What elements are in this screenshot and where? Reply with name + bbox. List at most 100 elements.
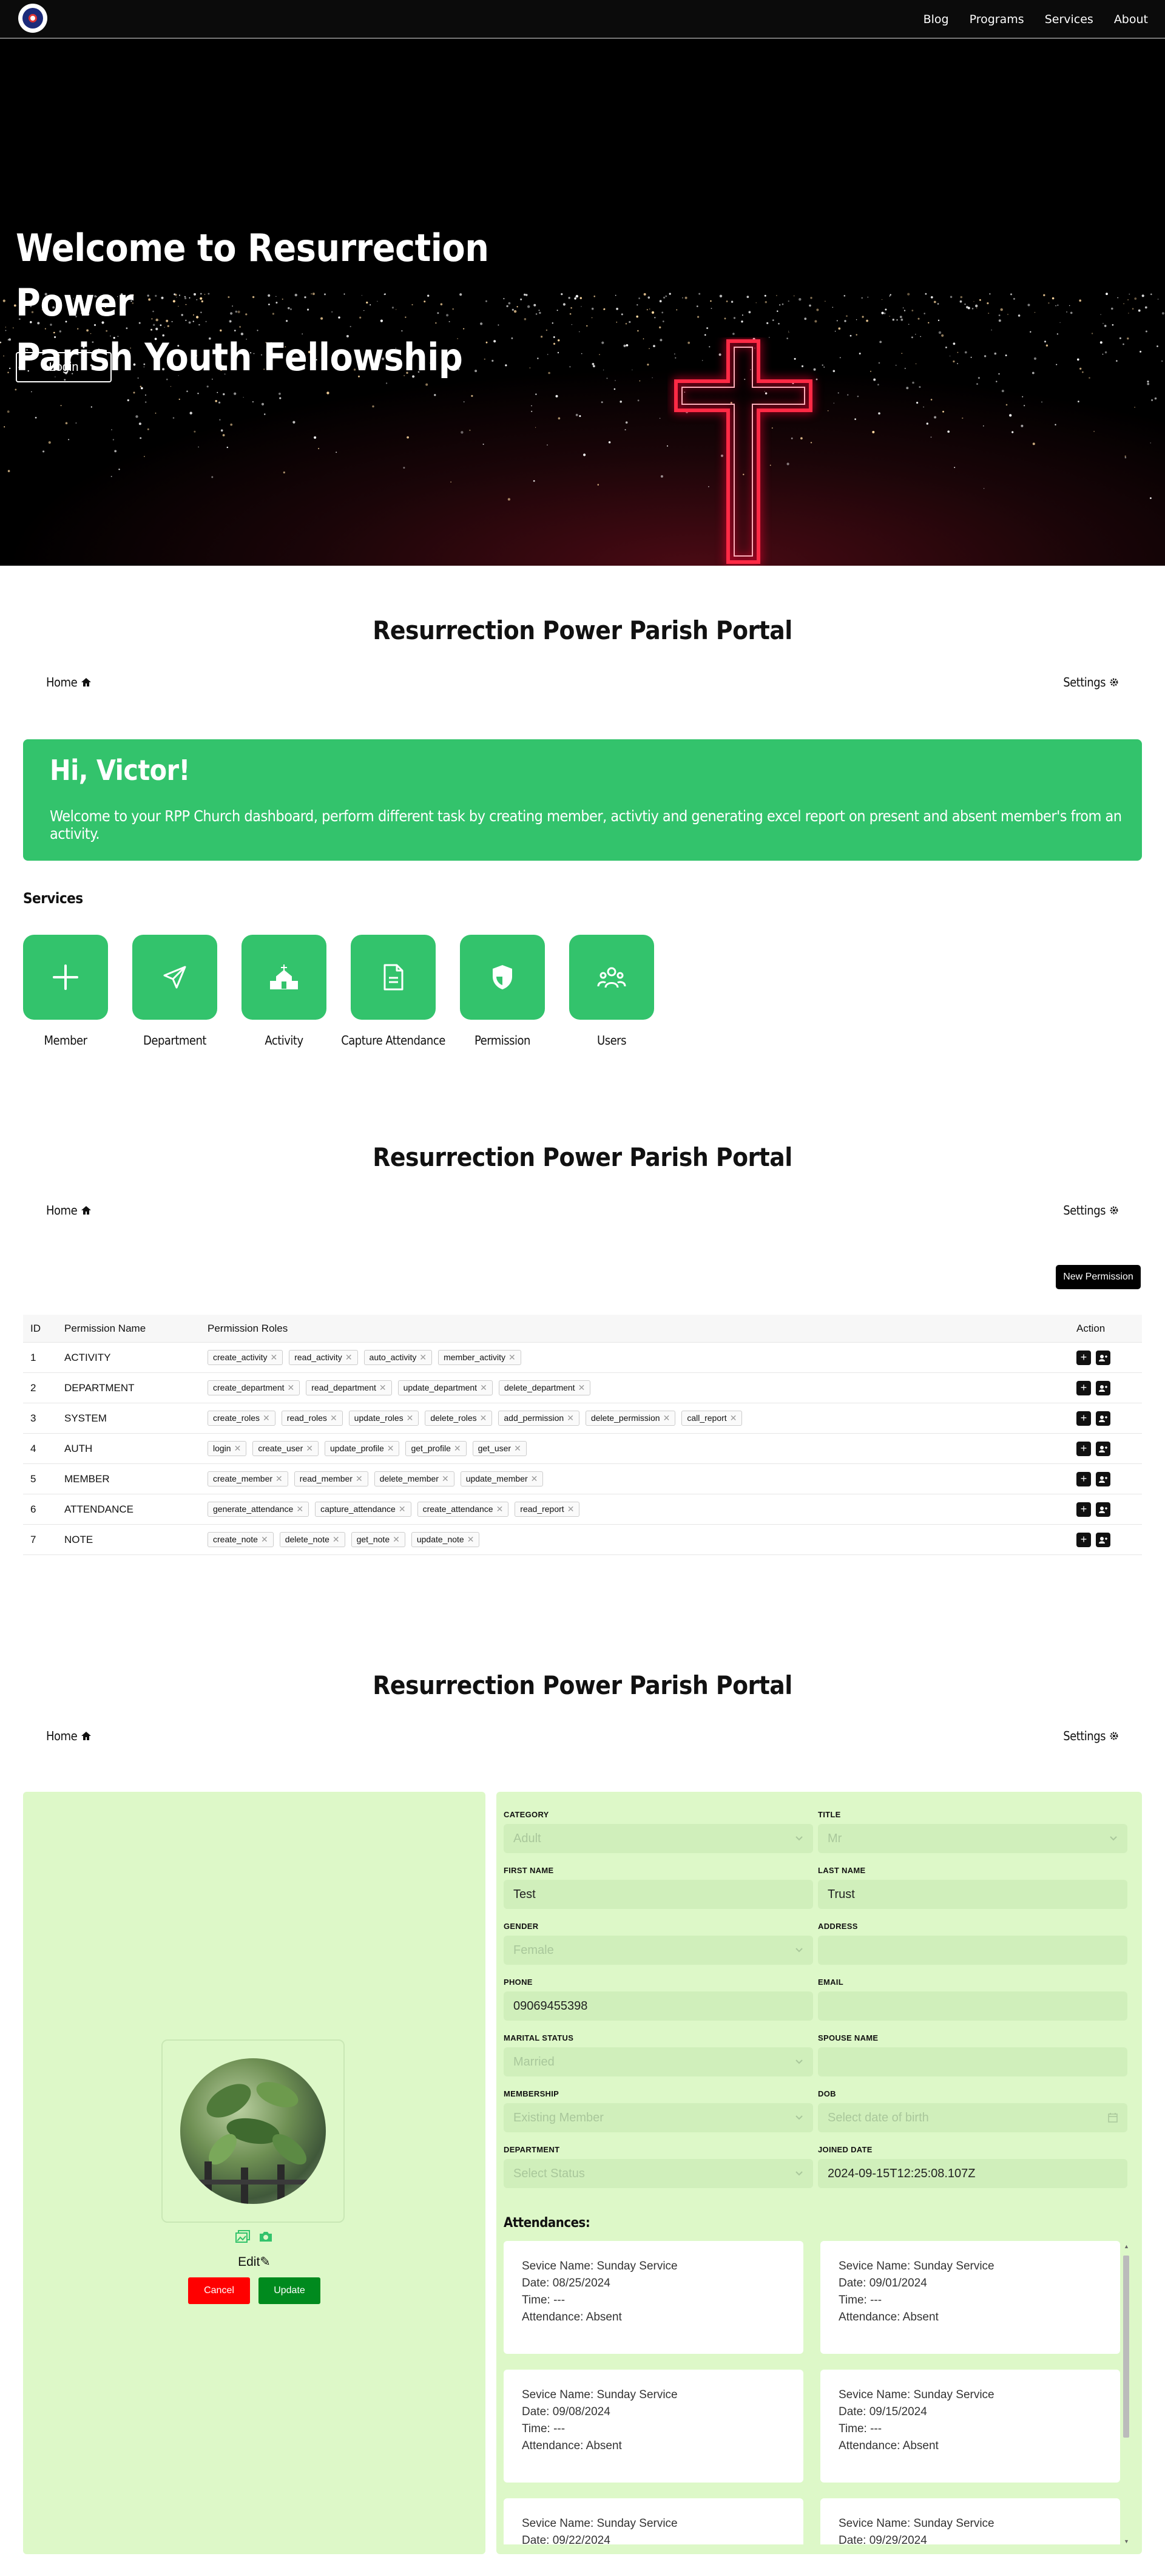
- phone-input[interactable]: 09069455398: [504, 1991, 813, 2021]
- remove-tag-icon[interactable]: ✕: [567, 1504, 575, 1514]
- scroll-up-icon[interactable]: ▲: [1124, 2243, 1129, 2249]
- remove-tag-icon[interactable]: ✕: [514, 1443, 521, 1453]
- add-role-icon[interactable]: +: [1076, 1380, 1091, 1395]
- role-tag[interactable]: create_attendance ✕: [417, 1502, 509, 1517]
- remove-tag-icon[interactable]: ✕: [454, 1443, 461, 1453]
- nav-link-services[interactable]: Services: [1045, 13, 1093, 26]
- role-tag[interactable]: read_department ✕: [306, 1380, 392, 1395]
- nav-link-programs[interactable]: Programs: [970, 13, 1024, 26]
- remove-tag-icon[interactable]: ✕: [567, 1413, 574, 1423]
- remove-tag-icon[interactable]: ✕: [356, 1474, 363, 1483]
- email-input[interactable]: [818, 1991, 1127, 2021]
- remove-tag-icon[interactable]: ✕: [496, 1504, 504, 1514]
- service-permission[interactable]: Permission: [460, 935, 545, 1048]
- attendances-list[interactable]: Sevice Name: Sunday Service Date: 08/25/2…: [504, 2241, 1132, 2544]
- scroll-down-icon[interactable]: ▼: [1124, 2538, 1129, 2544]
- dob-input[interactable]: Select date of birth: [818, 2103, 1127, 2132]
- role-tag[interactable]: get_note ✕: [351, 1532, 405, 1547]
- remove-tag-icon[interactable]: ✕: [393, 1534, 400, 1544]
- remove-tag-icon[interactable]: ✕: [387, 1443, 394, 1453]
- assign-user-icon[interactable]: [1096, 1411, 1110, 1426]
- role-tag[interactable]: create_roles ✕: [208, 1411, 275, 1426]
- role-tag[interactable]: login ✕: [208, 1441, 247, 1456]
- remove-tag-icon[interactable]: ✕: [275, 1474, 283, 1483]
- role-tag[interactable]: create_department ✕: [208, 1380, 300, 1395]
- edit-photo-link[interactable]: Edit✎: [23, 2254, 485, 2269]
- last-name-input[interactable]: Trust: [818, 1880, 1127, 1909]
- role-tag[interactable]: update_note ✕: [411, 1532, 480, 1547]
- remove-tag-icon[interactable]: ✕: [578, 1383, 586, 1392]
- assign-user-icon[interactable]: [1096, 1350, 1110, 1365]
- role-tag[interactable]: create_user ✕: [252, 1441, 319, 1456]
- remove-tag-icon[interactable]: ✕: [330, 1413, 337, 1423]
- settings-link[interactable]: Settings: [1063, 675, 1119, 690]
- role-tag[interactable]: update_profile ✕: [325, 1441, 400, 1456]
- scrollbar-thumb[interactable]: [1123, 2256, 1129, 2438]
- role-tag[interactable]: add_permission ✕: [498, 1411, 579, 1426]
- service-member[interactable]: Member: [23, 935, 108, 1048]
- home-link[interactable]: Home: [46, 675, 92, 690]
- role-tag[interactable]: update_roles ✕: [348, 1411, 419, 1426]
- role-tag[interactable]: generate_attendance ✕: [208, 1502, 309, 1517]
- add-role-icon[interactable]: +: [1076, 1411, 1091, 1426]
- category-input[interactable]: Adult: [504, 1824, 813, 1853]
- title-input[interactable]: Mr: [818, 1824, 1127, 1853]
- remove-tag-icon[interactable]: ✕: [263, 1413, 270, 1423]
- role-tag[interactable]: read_activity ✕: [289, 1350, 358, 1365]
- role-tag[interactable]: update_member ✕: [460, 1471, 544, 1486]
- role-tag[interactable]: delete_department ✕: [498, 1380, 591, 1395]
- remove-tag-icon[interactable]: ✕: [407, 1413, 414, 1423]
- gallery-icon[interactable]: [235, 2230, 250, 2243]
- role-tag[interactable]: read_member ✕: [294, 1471, 368, 1486]
- church-logo[interactable]: [18, 4, 47, 33]
- cancel-button[interactable]: Cancel: [188, 2277, 250, 2304]
- remove-tag-icon[interactable]: ✕: [663, 1413, 670, 1423]
- add-role-icon[interactable]: +: [1076, 1441, 1091, 1456]
- remove-tag-icon[interactable]: ✕: [261, 1534, 268, 1544]
- remove-tag-icon[interactable]: ✕: [730, 1413, 737, 1423]
- remove-tag-icon[interactable]: ✕: [296, 1504, 303, 1514]
- service-capture-attendance[interactable]: Capture Attendance: [341, 935, 445, 1048]
- settings-link[interactable]: Settings: [1063, 1729, 1119, 1743]
- remove-tag-icon[interactable]: ✕: [333, 1534, 340, 1544]
- role-tag[interactable]: delete_permission ✕: [585, 1411, 676, 1426]
- gender-input[interactable]: Female: [504, 1936, 813, 1965]
- membership-input[interactable]: Existing Member: [504, 2103, 813, 2132]
- joined-date-input[interactable]: 2024-09-15T12:25:08.107Z: [818, 2159, 1127, 2188]
- remove-tag-icon[interactable]: ✕: [345, 1352, 353, 1362]
- remove-tag-icon[interactable]: ✕: [480, 1383, 487, 1392]
- home-link[interactable]: Home: [46, 1203, 92, 1218]
- settings-link[interactable]: Settings: [1063, 1203, 1119, 1218]
- role-tag[interactable]: delete_roles ✕: [425, 1411, 493, 1426]
- add-role-icon[interactable]: +: [1076, 1502, 1091, 1517]
- service-users[interactable]: Users: [569, 935, 654, 1048]
- remove-tag-icon[interactable]: ✕: [234, 1443, 241, 1453]
- role-tag[interactable]: create_note ✕: [208, 1532, 274, 1547]
- remove-tag-icon[interactable]: ✕: [531, 1474, 538, 1483]
- home-link[interactable]: Home: [46, 1729, 92, 1743]
- add-role-icon[interactable]: +: [1076, 1350, 1091, 1365]
- assign-user-icon[interactable]: [1096, 1380, 1110, 1395]
- assign-user-icon[interactable]: [1096, 1532, 1110, 1547]
- role-tag[interactable]: create_member ✕: [208, 1471, 288, 1486]
- assign-user-icon[interactable]: [1096, 1441, 1110, 1456]
- role-tag[interactable]: create_activity ✕: [208, 1350, 283, 1365]
- service-activity[interactable]: Activity: [241, 935, 326, 1048]
- role-tag[interactable]: get_profile ✕: [405, 1441, 467, 1456]
- nav-link-about[interactable]: About: [1114, 13, 1148, 26]
- marital-status-input[interactable]: Married: [504, 2047, 813, 2076]
- role-tag[interactable]: call_report ✕: [681, 1411, 743, 1426]
- remove-tag-icon[interactable]: ✕: [508, 1352, 516, 1362]
- role-tag[interactable]: capture_attendance ✕: [315, 1502, 411, 1517]
- department-input[interactable]: Select Status: [504, 2159, 813, 2188]
- spouse-name-input[interactable]: [818, 2047, 1127, 2076]
- role-tag[interactable]: read_roles ✕: [281, 1411, 343, 1426]
- remove-tag-icon[interactable]: ✕: [480, 1413, 487, 1423]
- remove-tag-icon[interactable]: ✕: [419, 1352, 427, 1362]
- assign-user-icon[interactable]: [1096, 1502, 1110, 1517]
- service-department[interactable]: Department: [132, 935, 217, 1048]
- remove-tag-icon[interactable]: ✕: [306, 1443, 313, 1453]
- role-tag[interactable]: auto_activity ✕: [363, 1350, 433, 1365]
- role-tag[interactable]: read_report ✕: [515, 1502, 580, 1517]
- login-button[interactable]: Login: [16, 352, 112, 382]
